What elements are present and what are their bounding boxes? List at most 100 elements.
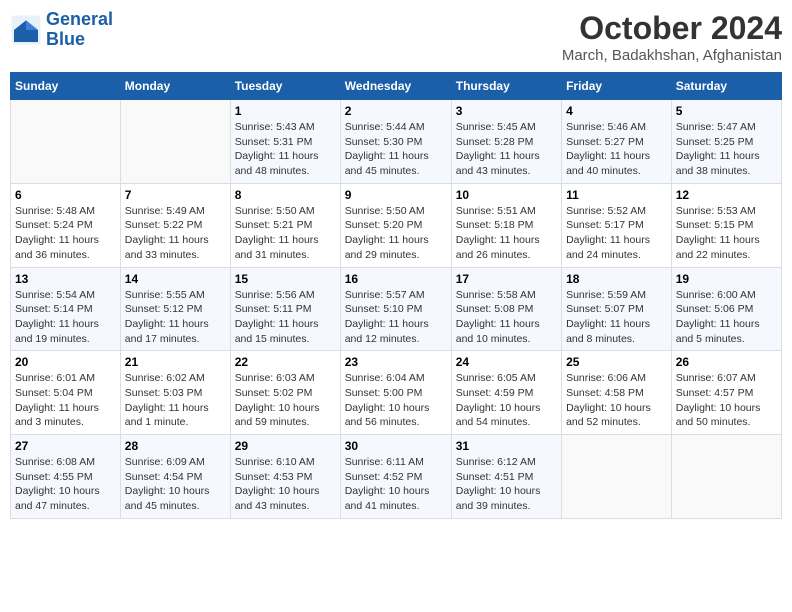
logo-line1: General [46, 9, 113, 29]
cell-content: Sunrise: 5:53 AM Sunset: 5:15 PM Dayligh… [676, 204, 777, 263]
sunrise-text: Sunrise: 5:44 AM [345, 120, 447, 135]
sunset-text: Sunset: 5:07 PM [566, 302, 667, 317]
sunrise-text: Sunrise: 5:43 AM [235, 120, 336, 135]
cell-content: Sunrise: 5:58 AM Sunset: 5:08 PM Dayligh… [456, 288, 557, 347]
daylight-text: Daylight: 11 hours and 36 minutes. [15, 233, 116, 262]
day-number: 7 [125, 188, 226, 202]
day-number: 15 [235, 272, 336, 286]
sunset-text: Sunset: 5:03 PM [125, 386, 226, 401]
daylight-text: Daylight: 11 hours and 10 minutes. [456, 317, 557, 346]
day-number: 17 [456, 272, 557, 286]
calendar-cell: 2 Sunrise: 5:44 AM Sunset: 5:30 PM Dayli… [340, 100, 451, 184]
daylight-text: Daylight: 10 hours and 45 minutes. [125, 484, 226, 513]
daylight-text: Daylight: 11 hours and 8 minutes. [566, 317, 667, 346]
cell-content: Sunrise: 5:52 AM Sunset: 5:17 PM Dayligh… [566, 204, 667, 263]
sunset-text: Sunset: 5:04 PM [15, 386, 116, 401]
sunset-text: Sunset: 5:27 PM [566, 135, 667, 150]
sunset-text: Sunset: 5:28 PM [456, 135, 557, 150]
calendar-cell: 14 Sunrise: 5:55 AM Sunset: 5:12 PM Dayl… [120, 267, 230, 351]
daylight-text: Daylight: 11 hours and 45 minutes. [345, 149, 447, 178]
calendar-table: SundayMondayTuesdayWednesdayThursdayFrid… [10, 72, 782, 519]
calendar-cell: 19 Sunrise: 6:00 AM Sunset: 5:06 PM Dayl… [671, 267, 781, 351]
daylight-text: Daylight: 11 hours and 3 minutes. [15, 401, 116, 430]
cell-content: Sunrise: 6:08 AM Sunset: 4:55 PM Dayligh… [15, 455, 116, 514]
sunrise-text: Sunrise: 5:54 AM [15, 288, 116, 303]
sunset-text: Sunset: 4:59 PM [456, 386, 557, 401]
sunrise-text: Sunrise: 6:00 AM [676, 288, 777, 303]
title-block: October 2024 March, Badakhshan, Afghanis… [562, 10, 782, 64]
sunset-text: Sunset: 4:55 PM [15, 470, 116, 485]
sunset-text: Sunset: 5:12 PM [125, 302, 226, 317]
day-number: 14 [125, 272, 226, 286]
sunrise-text: Sunrise: 5:56 AM [235, 288, 336, 303]
sunrise-text: Sunrise: 5:57 AM [345, 288, 447, 303]
logo-text: General Blue [46, 10, 113, 50]
calendar-cell: 12 Sunrise: 5:53 AM Sunset: 5:15 PM Dayl… [671, 183, 781, 267]
calendar-cell: 3 Sunrise: 5:45 AM Sunset: 5:28 PM Dayli… [451, 100, 561, 184]
daylight-text: Daylight: 10 hours and 56 minutes. [345, 401, 447, 430]
cell-content: Sunrise: 5:55 AM Sunset: 5:12 PM Dayligh… [125, 288, 226, 347]
sunset-text: Sunset: 5:20 PM [345, 218, 447, 233]
sunset-text: Sunset: 4:57 PM [676, 386, 777, 401]
daylight-text: Daylight: 10 hours and 54 minutes. [456, 401, 557, 430]
cell-content: Sunrise: 6:12 AM Sunset: 4:51 PM Dayligh… [456, 455, 557, 514]
calendar-cell [671, 435, 781, 519]
calendar-cell: 24 Sunrise: 6:05 AM Sunset: 4:59 PM Dayl… [451, 351, 561, 435]
sunset-text: Sunset: 5:14 PM [15, 302, 116, 317]
calendar-cell: 23 Sunrise: 6:04 AM Sunset: 5:00 PM Dayl… [340, 351, 451, 435]
sunset-text: Sunset: 5:15 PM [676, 218, 777, 233]
day-number: 23 [345, 355, 447, 369]
calendar-cell [120, 100, 230, 184]
sunrise-text: Sunrise: 5:46 AM [566, 120, 667, 135]
cell-content: Sunrise: 6:04 AM Sunset: 5:00 PM Dayligh… [345, 371, 447, 430]
calendar-cell [11, 100, 121, 184]
calendar-cell: 27 Sunrise: 6:08 AM Sunset: 4:55 PM Dayl… [11, 435, 121, 519]
daylight-text: Daylight: 10 hours and 52 minutes. [566, 401, 667, 430]
daylight-text: Daylight: 11 hours and 43 minutes. [456, 149, 557, 178]
daylight-text: Daylight: 11 hours and 5 minutes. [676, 317, 777, 346]
daylight-text: Daylight: 11 hours and 15 minutes. [235, 317, 336, 346]
day-header-saturday: Saturday [671, 73, 781, 100]
daylight-text: Daylight: 10 hours and 41 minutes. [345, 484, 447, 513]
cell-content: Sunrise: 6:02 AM Sunset: 5:03 PM Dayligh… [125, 371, 226, 430]
day-header-thursday: Thursday [451, 73, 561, 100]
daylight-text: Daylight: 11 hours and 19 minutes. [15, 317, 116, 346]
sunrise-text: Sunrise: 6:10 AM [235, 455, 336, 470]
sunrise-text: Sunrise: 6:06 AM [566, 371, 667, 386]
cell-content: Sunrise: 5:50 AM Sunset: 5:21 PM Dayligh… [235, 204, 336, 263]
week-row-2: 6 Sunrise: 5:48 AM Sunset: 5:24 PM Dayli… [11, 183, 782, 267]
day-header-friday: Friday [562, 73, 672, 100]
sunrise-text: Sunrise: 6:11 AM [345, 455, 447, 470]
calendar-cell: 10 Sunrise: 5:51 AM Sunset: 5:18 PM Dayl… [451, 183, 561, 267]
sunrise-text: Sunrise: 6:12 AM [456, 455, 557, 470]
calendar-cell: 16 Sunrise: 5:57 AM Sunset: 5:10 PM Dayl… [340, 267, 451, 351]
day-number: 1 [235, 104, 336, 118]
cell-content: Sunrise: 5:48 AM Sunset: 5:24 PM Dayligh… [15, 204, 116, 263]
daylight-text: Daylight: 11 hours and 24 minutes. [566, 233, 667, 262]
calendar-cell [562, 435, 672, 519]
sunset-text: Sunset: 5:02 PM [235, 386, 336, 401]
sunset-text: Sunset: 4:54 PM [125, 470, 226, 485]
cell-content: Sunrise: 5:45 AM Sunset: 5:28 PM Dayligh… [456, 120, 557, 179]
sunset-text: Sunset: 5:31 PM [235, 135, 336, 150]
day-header-tuesday: Tuesday [230, 73, 340, 100]
cell-content: Sunrise: 6:11 AM Sunset: 4:52 PM Dayligh… [345, 455, 447, 514]
day-header-sunday: Sunday [11, 73, 121, 100]
day-number: 10 [456, 188, 557, 202]
sunrise-text: Sunrise: 5:55 AM [125, 288, 226, 303]
day-number: 24 [456, 355, 557, 369]
daylight-text: Daylight: 11 hours and 33 minutes. [125, 233, 226, 262]
day-number: 16 [345, 272, 447, 286]
sunset-text: Sunset: 5:17 PM [566, 218, 667, 233]
location-subtitle: March, Badakhshan, Afghanistan [562, 47, 782, 64]
sunrise-text: Sunrise: 6:01 AM [15, 371, 116, 386]
calendar-cell: 9 Sunrise: 5:50 AM Sunset: 5:20 PM Dayli… [340, 183, 451, 267]
sunrise-text: Sunrise: 5:48 AM [15, 204, 116, 219]
day-number: 13 [15, 272, 116, 286]
sunrise-text: Sunrise: 6:07 AM [676, 371, 777, 386]
sunrise-text: Sunrise: 6:04 AM [345, 371, 447, 386]
week-row-5: 27 Sunrise: 6:08 AM Sunset: 4:55 PM Dayl… [11, 435, 782, 519]
day-number: 6 [15, 188, 116, 202]
cell-content: Sunrise: 5:46 AM Sunset: 5:27 PM Dayligh… [566, 120, 667, 179]
daylight-text: Daylight: 11 hours and 1 minute. [125, 401, 226, 430]
